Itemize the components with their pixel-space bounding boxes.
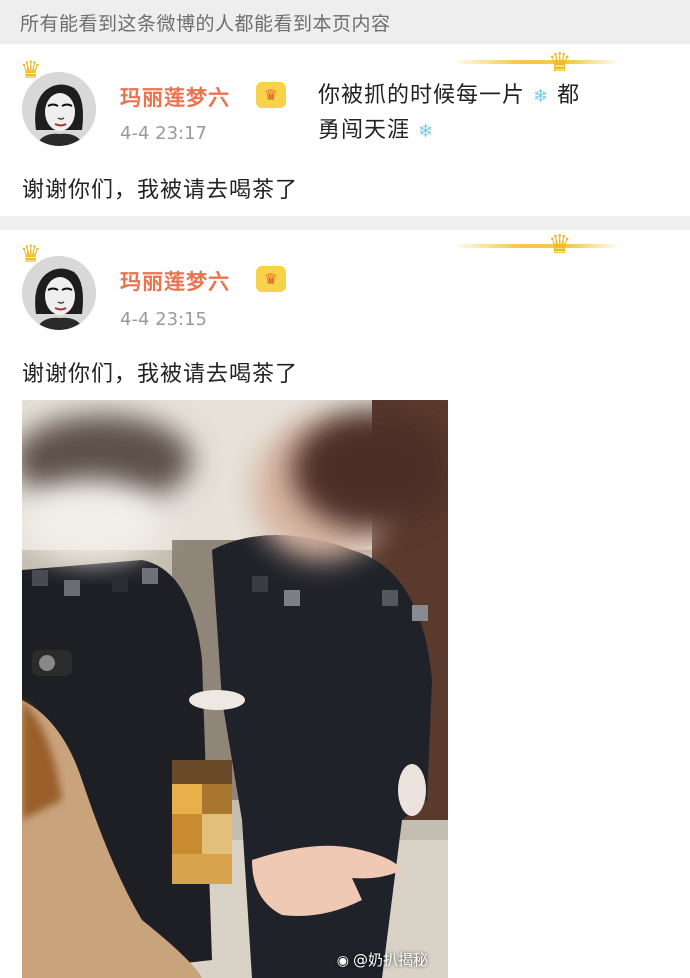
card-text-line1: 你被抓的时候每一片	[318, 83, 526, 108]
vip-badge-icon: ♛	[256, 82, 286, 108]
snowflake-icon: ❄	[533, 86, 550, 107]
vip-badge-icon: ♛	[256, 266, 286, 292]
snowflake-icon: ❄	[418, 121, 435, 142]
avatar[interactable]	[22, 256, 96, 330]
post-photo[interactable]: ◉ @奶扒揭秘	[22, 400, 448, 978]
weibo-logo-icon: ◉	[336, 953, 349, 969]
watermark: ◉ @奶扒揭秘	[337, 949, 428, 970]
crown-decoration-line	[450, 60, 620, 64]
watermark-text: @奶扒揭秘	[352, 951, 428, 969]
crown-decoration-line	[450, 244, 620, 248]
avatar[interactable]	[22, 72, 96, 146]
timestamp[interactable]: 4-4 23:17	[120, 123, 207, 144]
post-body: 谢谢你们，我被请去喝茶了	[22, 362, 299, 387]
visibility-notice: 所有能看到这条微博的人都能看到本页内容	[0, 0, 690, 44]
weibo-post-1: ♛ ♛ 玛丽莲梦六 ♛ 4-4 23:17 你被抓的时候每一片 ❄ 都 勇闯天涯…	[0, 44, 690, 216]
username[interactable]: 玛丽莲梦六	[120, 82, 230, 112]
crown-icon: ♛	[548, 230, 572, 260]
post-separator	[0, 216, 690, 230]
card-text-line1-tail: 都	[557, 83, 581, 108]
timestamp[interactable]: 4-4 23:15	[120, 309, 207, 330]
crown-icon: ♛	[548, 48, 572, 78]
photo-image	[22, 400, 448, 978]
username[interactable]: 玛丽莲梦六	[120, 266, 230, 296]
avatar-portrait-icon	[22, 72, 96, 146]
avatar-portrait-icon	[22, 256, 96, 330]
card-text: 你被抓的时候每一片 ❄ 都 勇闯天涯 ❄	[318, 79, 638, 149]
post-body: 谢谢你们，我被请去喝茶了	[22, 178, 299, 203]
card-text-line2: 勇闯天涯	[318, 118, 411, 143]
weibo-post-2: ♛ ♛ 玛丽莲梦六 ♛ 4-4 23:15 谢谢你们，我被请去喝茶了 ◉ @奶扒…	[0, 230, 690, 978]
